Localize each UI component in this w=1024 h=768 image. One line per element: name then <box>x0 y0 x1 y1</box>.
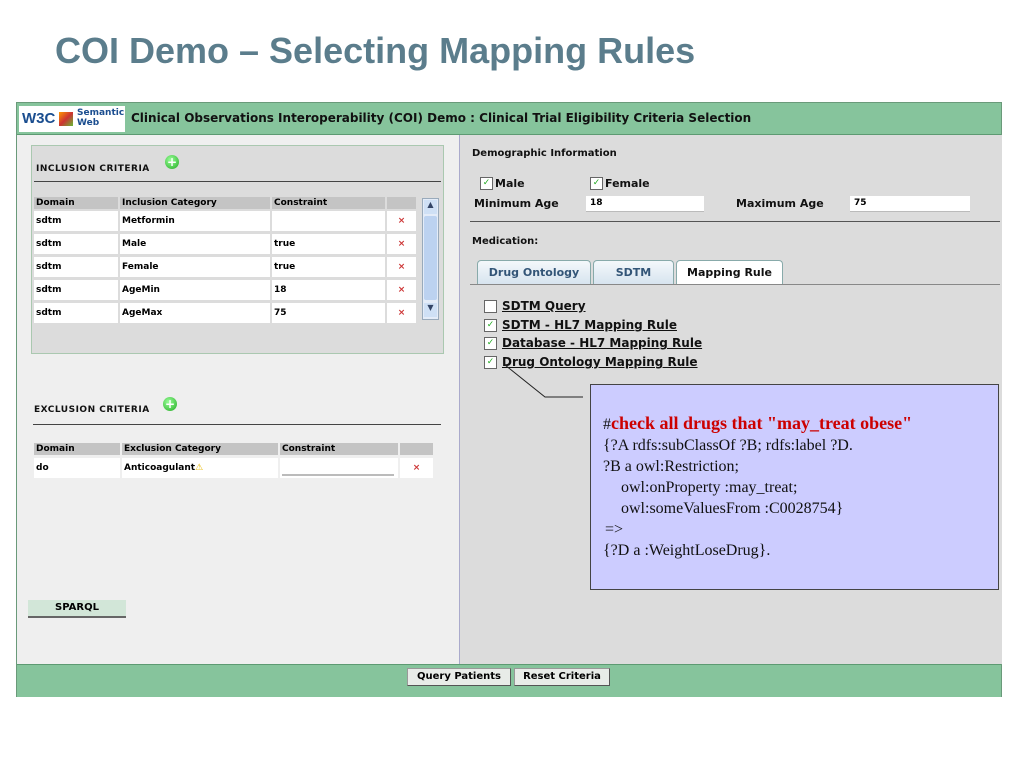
rule-callout: #check all drugs that "may_treat obese" … <box>590 384 999 590</box>
callout-heading: check all drugs that "may_treat obese" <box>611 413 913 433</box>
callout-line: {?D a :WeightLoseDrug}. <box>603 542 771 559</box>
callout-line: ?B a owl:Restriction; <box>603 458 739 475</box>
callout-line: => <box>605 521 624 538</box>
callout-line: {?A rdfs:subClassOf ?B; rdfs:label ?D. <box>603 437 853 454</box>
callout-line: owl:onProperty :may_treat; <box>621 479 798 496</box>
callout-line: owl:someValuesFrom :C0028754} <box>621 500 844 517</box>
